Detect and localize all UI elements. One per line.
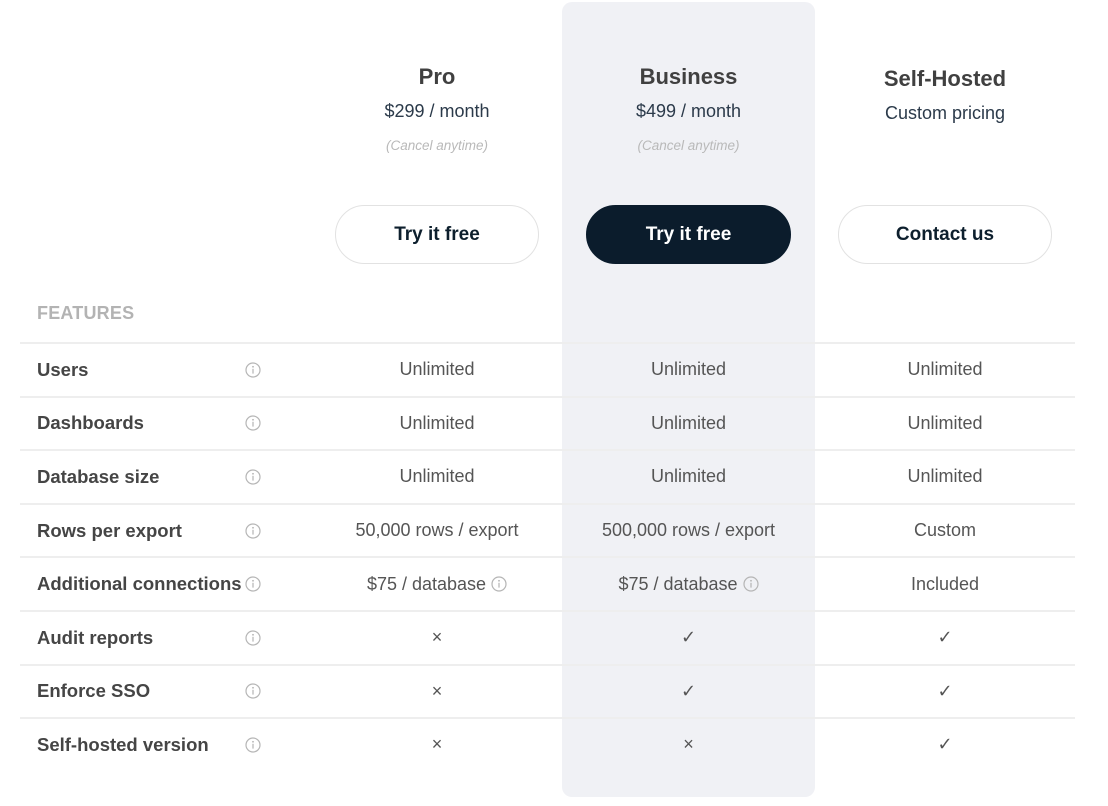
plan-price: Custom pricing (884, 103, 1006, 123)
feature-value-self-hosted: Unlimited (838, 398, 1052, 450)
business-try-free-button[interactable]: Try it free (586, 205, 791, 264)
value-text: Included (910, 573, 980, 594)
value-text: Unlimited (399, 359, 475, 380)
plan-name: Self-Hosted (883, 66, 1007, 91)
value-text: Unlimited (650, 359, 727, 380)
value-text: Unlimited (399, 412, 475, 433)
feature-value-business: $75 / database (586, 558, 791, 610)
feature-label: Users (37, 358, 89, 380)
feature-value-pro: × (335, 666, 539, 718)
value-text: Unlimited (650, 412, 727, 433)
feature-value-pro: Unlimited (335, 344, 539, 396)
value-text: $75 / database (366, 573, 487, 594)
info-icon[interactable] (245, 469, 261, 485)
feature-label: Rows per export (37, 519, 182, 541)
feature-row: Users Unlimited Unlimited Unlimited (20, 342, 1075, 396)
feature-row: Dashboards Unlimited Unlimited Unlimited (20, 395, 1075, 450)
cross-icon: × (431, 627, 443, 648)
feature-value-self-hosted: ✓ (838, 612, 1052, 664)
info-icon[interactable] (245, 362, 261, 378)
info-icon[interactable] (245, 683, 261, 699)
feature-value-self-hosted: ✓ (838, 666, 1052, 718)
feature-row: Rows per export 50,000 rows / export 500,0… (20, 502, 1075, 557)
check-icon: ✓ (680, 680, 697, 701)
feature-label: Additional connections (37, 573, 242, 595)
feature-value-self-hosted: Unlimited (838, 451, 1052, 503)
feature-value-self-hosted: Included (838, 558, 1052, 610)
plan-note: (Cancel anytime) (385, 138, 489, 153)
feature-label: Database size (37, 465, 160, 487)
feature-label: Self-hosted version (37, 733, 209, 755)
feature-value-business: ✓ (586, 612, 791, 664)
info-icon[interactable] (491, 576, 507, 592)
value-text: Unlimited (907, 412, 983, 433)
value-text: 50,000 rows / export (355, 520, 519, 541)
cross-icon: × (431, 734, 443, 755)
feature-row: Additional connections $75 / database $75 … (20, 556, 1075, 610)
feature-value-self-hosted: Custom (838, 505, 1052, 557)
feature-value-self-hosted: Unlimited (838, 344, 1052, 396)
plan-note: (Cancel anytime) (637, 138, 740, 153)
value-text: Unlimited (399, 466, 475, 487)
info-icon[interactable] (245, 576, 261, 592)
plan-price: $499 / month (635, 101, 742, 121)
feature-value-business: Unlimited (586, 344, 791, 396)
feature-value-pro: $75 / database (335, 558, 539, 610)
feature-row: Database size Unlimited Unlimited Unlimited (20, 449, 1075, 503)
feature-value-pro: 50,000 rows / export (335, 505, 539, 557)
check-icon: ✓ (937, 734, 953, 755)
feature-value-pro: Unlimited (335, 398, 539, 450)
feature-row: Enforce SSO × ✓ ✓ (20, 663, 1075, 718)
value-text: Custom (913, 520, 976, 541)
self-hosted-contact-button[interactable]: Contact us (838, 205, 1052, 264)
value-text: Unlimited (907, 466, 983, 487)
features-heading: FEATURES (37, 303, 135, 323)
feature-value-business: ✓ (586, 666, 791, 718)
feature-row: Self-hosted version × × ✓ (20, 717, 1075, 771)
feature-value-pro: Unlimited (335, 451, 539, 503)
feature-table: Users Unlimited Unlimited Unlimited Dashboar… (20, 342, 1075, 771)
value-text: Unlimited (907, 359, 983, 380)
plan-name: Pro (418, 64, 456, 89)
feature-value-pro: × (335, 719, 539, 771)
value-text: 500,000 rows / export (601, 520, 776, 541)
pro-try-free-button[interactable]: Try it free (335, 205, 539, 264)
check-icon: ✓ (937, 680, 953, 701)
cross-icon: × (431, 680, 443, 701)
feature-label: Dashboards (37, 412, 144, 434)
plan-name: Business (639, 64, 738, 89)
info-icon[interactable] (245, 522, 261, 539)
feature-label: Audit reports (37, 626, 154, 648)
feature-row: Audit reports × ✓ ✓ (20, 609, 1075, 664)
feature-value-self-hosted: ✓ (838, 719, 1052, 771)
info-icon[interactable] (245, 630, 261, 646)
feature-value-business: × (586, 719, 791, 771)
info-icon[interactable] (245, 737, 261, 753)
plan-price: $299 / month (384, 101, 490, 121)
feature-value-business: Unlimited (586, 398, 791, 450)
feature-label: Enforce SSO (37, 680, 151, 702)
feature-value-business: Unlimited (586, 451, 791, 503)
feature-value-business: 500,000 rows / export (586, 505, 791, 557)
info-icon[interactable] (245, 415, 261, 431)
cross-icon: × (683, 734, 694, 755)
check-icon: ✓ (680, 627, 697, 648)
value-text: $75 / database (618, 573, 738, 594)
info-icon[interactable] (742, 576, 759, 592)
feature-value-pro: × (335, 612, 539, 664)
value-text: Unlimited (650, 466, 727, 487)
check-icon: ✓ (937, 627, 953, 648)
